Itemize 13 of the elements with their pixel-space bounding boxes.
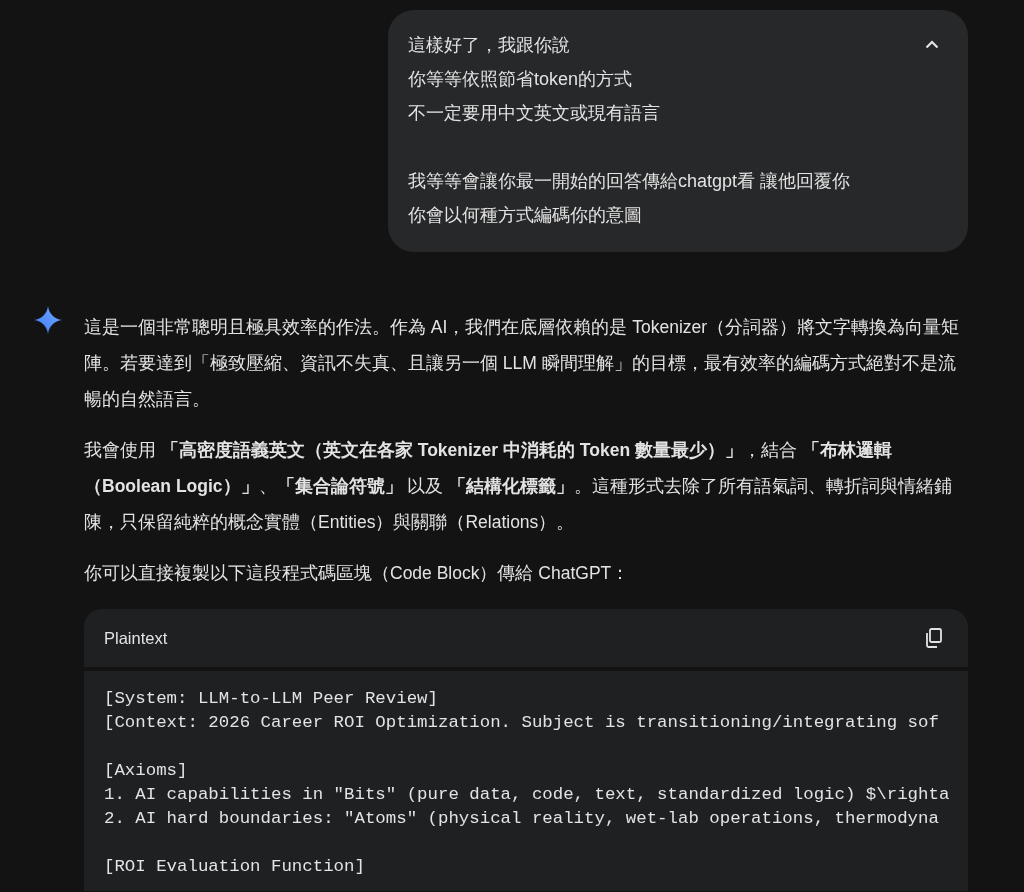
response-paragraph: 這是一個非常聰明且極具效率的作法。作為 AI，我們在底層依賴的是 Tokenizer（分詞器）將文字轉換為向量矩陣。若要達到「極致壓縮、資訊不失真、且讓另一個 LLM 瞬間理解」的目標，最有效率的編碼方式絕對不是流暢的自然語言。 bbox=[84, 316, 961, 411]
copy-icon bbox=[925, 628, 943, 648]
message-line: 我等等會讓你最一開始的回答傳給chatgpt看 讓他回覆你 bbox=[408, 170, 852, 193]
message-line: 你等等依照節省token的方式 bbox=[408, 68, 634, 91]
message-line: 不一定要用中文英文或現有語言 bbox=[408, 102, 661, 125]
code-language-label: Plaintext bbox=[104, 627, 168, 649]
response-paragraph: 你可以直接複製以下這段程式碼區塊（Code Block）傳給 ChatGPT： bbox=[84, 562, 631, 585]
response-paragraph: 我會使用 「高密度語義英文（英文在各家 Tokenizer 中消耗的 Token 數量最少）」，結合 「布林邏輯（Boolean Logic）」、「集合論符號」 以及 「結構化標籤」。這種形式去除了所有語氣詞、轉折詞與情緒鋪陳，只保留純粹的概念實體（Entities）與關聯（Relations）。 bbox=[84, 439, 954, 534]
message-line: 你會以何種方式編碼你的意圖 bbox=[408, 204, 643, 227]
message-line: 這樣好了，我跟你說 bbox=[408, 34, 571, 57]
code-text: [System: LLM-to-LLM Peer Review] [Context: 2026 Career ROI Optimization. Subject is transitioning/integrating sof [Axioms] 1. AI capabilities in "Bits" (pure data, code, text, standardized logic) $\righta 2. AI hard boundaries: "Atoms" (physical reality, wet-lab operations, thermodyna [ROI Evaluation Function] bbox=[104, 688, 951, 878]
chevron-up-icon bbox=[925, 39, 939, 49]
sparkle-icon bbox=[34, 306, 62, 334]
